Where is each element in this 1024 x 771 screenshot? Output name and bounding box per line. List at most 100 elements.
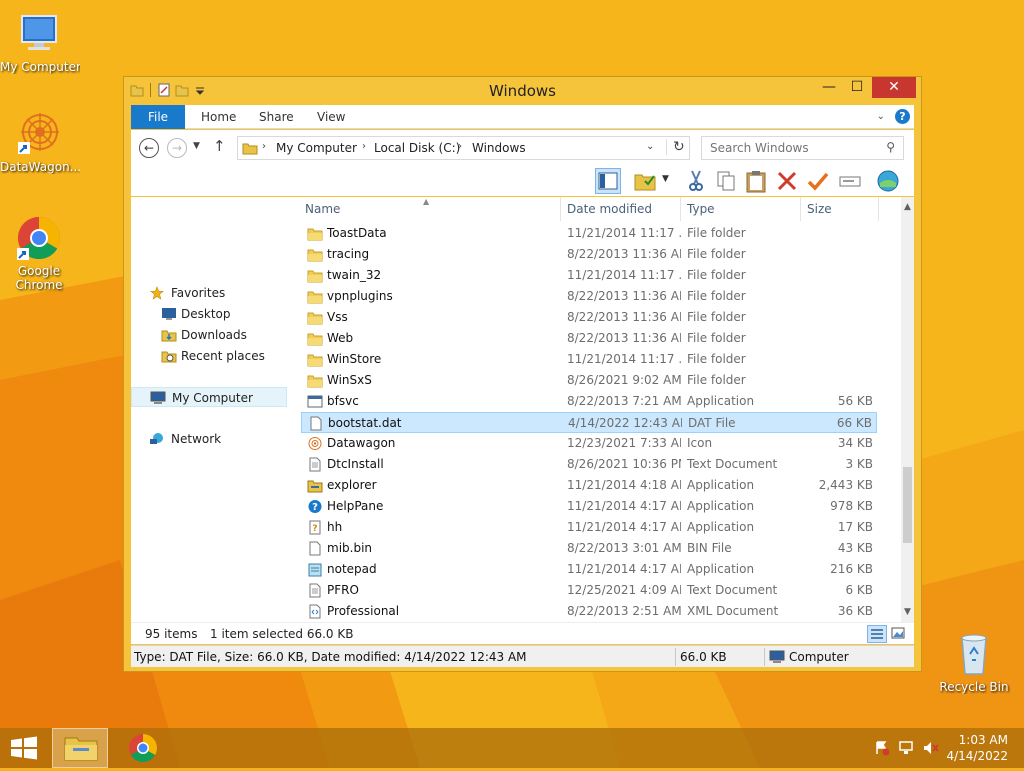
tray-network-icon[interactable] [898, 740, 916, 756]
address-bar[interactable]: › My Computer › Local Disk (C:) › Window… [237, 136, 690, 160]
minimize-button[interactable]: — [816, 77, 842, 98]
taskbar-clock[interactable]: 1:03 AM 4/14/2022 [946, 732, 1008, 764]
tab-home[interactable]: Home [189, 105, 248, 129]
chevron-right-icon[interactable]: › [362, 141, 366, 152]
taskbar-file-explorer[interactable] [52, 728, 108, 768]
file-row[interactable]: Datawagon 12/23/2021 7:33 AM Icon 34 KB [301, 433, 877, 454]
file-row[interactable]: bootstat.dat 4/14/2022 12:43 AM DAT File 66… [301, 412, 877, 433]
start-button[interactable] [0, 728, 48, 768]
file-row[interactable]: bfsvc 8/22/2013 7:21 AM Application 56 KB [301, 391, 877, 412]
tab-view[interactable]: View [305, 105, 357, 129]
chevron-right-icon[interactable]: › [458, 141, 462, 152]
breadcrumb-windows[interactable]: Windows [472, 141, 526, 155]
file-date: 8/26/2021 9:02 AM [567, 373, 681, 387]
vertical-scrollbar[interactable]: ▲ ▼ [901, 197, 914, 622]
address-dropdown-icon[interactable]: ⌄ [646, 141, 654, 152]
desktop-icon-my-computer[interactable]: My Computer [0, 10, 80, 74]
nav-favorites[interactable]: Favorites [131, 283, 291, 303]
large-icons-view-button[interactable] [889, 625, 909, 643]
breadcrumb-local-disk[interactable]: Local Disk (C:) [374, 141, 460, 155]
network-icon [150, 433, 163, 444]
folder-options-button[interactable] [633, 168, 659, 194]
taskbar-google-chrome[interactable] [118, 728, 168, 768]
cut-button[interactable] [683, 168, 709, 194]
scroll-down-icon[interactable]: ▼ [901, 604, 914, 620]
file-row[interactable]: ToastData 11/21/2014 11:17 ... File folder [301, 223, 877, 244]
tray-action-center-icon[interactable] [874, 740, 890, 756]
breadcrumb-my-computer[interactable]: My Computer [276, 141, 357, 155]
help-icon[interactable]: ? [895, 109, 910, 124]
file-row[interactable]: vpnplugins 8/22/2013 11:36 AM File folder [301, 286, 877, 307]
datawagon-icon [16, 110, 64, 158]
recent-locations-icon[interactable]: ▼ [193, 141, 200, 151]
desktop-icon-datawagon[interactable]: DataWagon... [0, 110, 80, 174]
tab-file[interactable]: File [131, 105, 185, 129]
file-row[interactable]: DtcInstall 8/26/2021 10:36 PM Text Documen… [301, 454, 877, 475]
nav-recent-places[interactable]: Recent places [131, 346, 291, 366]
file-row[interactable]: notepad 11/21/2014 4:17 AM Application 216 … [301, 559, 877, 580]
help-file-icon: ? [307, 499, 323, 514]
file-size: 43 KB [837, 541, 873, 555]
details-view-button[interactable] [867, 625, 887, 643]
up-button[interactable]: ↑ [213, 137, 226, 155]
file-row[interactable]: explorer 11/21/2014 4:18 AM Application 2,4… [301, 475, 877, 496]
chrome-icon [129, 734, 157, 762]
file-name: bootstat.dat [328, 416, 402, 430]
desktop-icon-recycle-bin[interactable]: Recycle Bin [934, 630, 1014, 694]
column-header-type[interactable]: Type [681, 197, 801, 221]
file-name: bfsvc [327, 394, 359, 408]
search-icon[interactable]: ⚲ [886, 140, 895, 154]
notepad-file-icon [307, 562, 323, 577]
file-row[interactable]: tracing 8/22/2013 11:36 AM File folder [301, 244, 877, 265]
rename-button[interactable] [837, 168, 863, 194]
title-bar[interactable]: Windows — ☐ ✕ [124, 77, 921, 104]
file-row[interactable]: ? hh 11/21/2014 4:17 AM Application 17 KB [301, 517, 877, 538]
nav-my-computer[interactable]: My Computer [131, 387, 287, 407]
folder-icon [307, 268, 323, 283]
forward-button[interactable]: → [167, 138, 187, 158]
text-file-icon [307, 457, 323, 472]
search-input[interactable] [708, 138, 878, 158]
maximize-button[interactable]: ☐ [844, 77, 870, 98]
file-row[interactable]: ? HelpPane 11/21/2014 4:17 AM Application 97… [301, 496, 877, 517]
expand-ribbon-icon[interactable]: ⌄ [877, 111, 885, 122]
file-row[interactable]: twain_32 11/21/2014 11:17 ... File folder [301, 265, 877, 286]
file-row[interactable]: Vss 8/22/2013 11:36 AM File folder [301, 307, 877, 328]
column-header-name[interactable]: Name [299, 197, 561, 221]
folder-icon [307, 352, 323, 367]
file-row[interactable]: PFRO 12/25/2021 4:09 AM Text Document 6 KB [301, 580, 877, 601]
refresh-icon[interactable]: ↻ [666, 139, 685, 155]
column-headers: ▲ Name Date modified Type Size [299, 197, 901, 221]
file-date: 11/21/2014 11:17 ... [567, 226, 681, 240]
column-header-size[interactable]: Size [801, 197, 879, 221]
file-name: hh [327, 520, 343, 534]
paste-button[interactable] [743, 168, 769, 194]
file-row[interactable]: Professional 8/22/2013 2:51 AM XML Documen… [301, 601, 877, 622]
nav-downloads[interactable]: Downloads [131, 325, 291, 345]
tray-volume-icon[interactable] [922, 740, 940, 756]
chevron-down-icon[interactable]: ▼ [662, 174, 669, 184]
chevron-right-icon[interactable]: › [262, 141, 266, 152]
file-row[interactable]: Web 8/22/2013 11:36 AM File folder [301, 328, 877, 349]
clock-time: 1:03 AM [958, 733, 1008, 747]
file-size: 56 KB [837, 394, 873, 408]
back-button[interactable]: ← [139, 138, 159, 158]
tab-share[interactable]: Share [247, 105, 306, 129]
nav-desktop[interactable]: Desktop [131, 304, 291, 324]
scrollbar-thumb[interactable] [903, 467, 912, 543]
copy-button[interactable] [713, 168, 739, 194]
file-row[interactable]: WinStore 11/21/2014 11:17 ... File folder [301, 349, 877, 370]
delete-button[interactable] [774, 168, 800, 194]
nav-network[interactable]: Network [131, 429, 291, 449]
close-button[interactable]: ✕ [872, 77, 916, 98]
file-type: DAT File [688, 416, 736, 430]
file-row[interactable]: WinSxS 8/26/2021 9:02 AM File folder [301, 370, 877, 391]
scroll-up-icon[interactable]: ▲ [901, 199, 914, 215]
preview-pane-button[interactable] [595, 168, 621, 194]
file-row[interactable]: mib.bin 8/22/2013 3:01 AM BIN File 43 KB [301, 538, 877, 559]
ribbon-tabs: File Home Share View ⌄ ? [131, 105, 914, 129]
desktop-icon-google-chrome[interactable]: Google Chrome [0, 214, 78, 292]
network-location-button[interactable] [875, 168, 901, 194]
select-button[interactable] [805, 168, 831, 194]
column-header-date[interactable]: Date modified [561, 197, 681, 221]
